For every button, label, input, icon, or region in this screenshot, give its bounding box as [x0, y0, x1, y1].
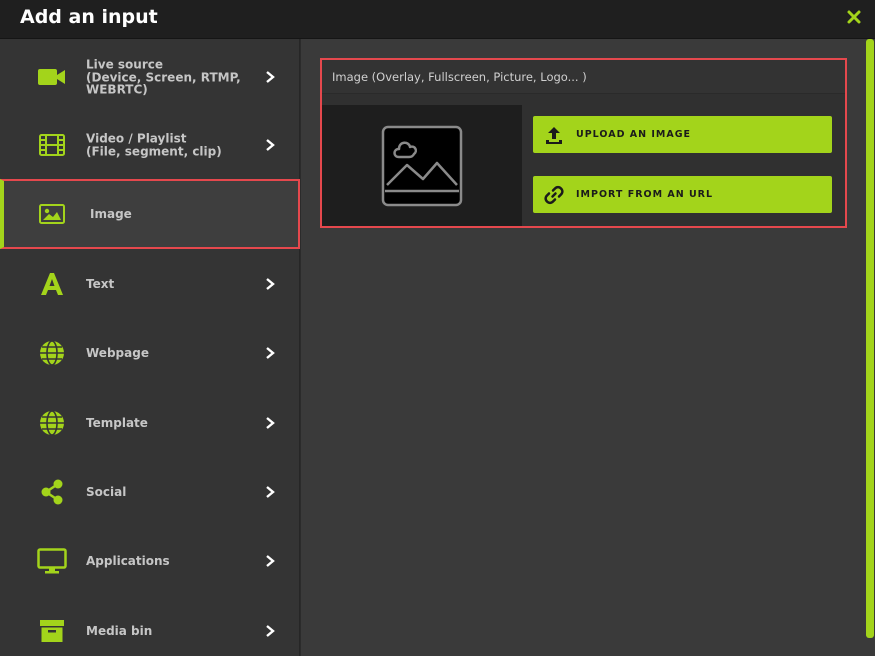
link-icon [544, 185, 564, 205]
sidebar-item-label: Social [86, 484, 127, 499]
scrollbar[interactable] [865, 39, 875, 656]
sidebar-item-label: Webpage [86, 345, 149, 360]
chevron-right-icon [266, 625, 275, 637]
sidebar-item-label: Template [86, 415, 148, 430]
chevron-right-icon [266, 139, 275, 151]
film-icon [37, 130, 67, 160]
image-preview [322, 105, 522, 226]
main-content: Image (Overlay, Fullscreen, Picture, Log… [301, 39, 875, 656]
sidebar-item-media-bin[interactable]: Media bin [0, 596, 300, 656]
import-url-button[interactable]: IMPORT FROM AN URL [533, 176, 832, 213]
sidebar-item-applications[interactable]: Applications [0, 526, 300, 596]
chevron-right-icon [266, 347, 275, 359]
image-input-panel: Image (Overlay, Fullscreen, Picture, Log… [320, 58, 847, 228]
import-button-label: IMPORT FROM AN URL [576, 189, 714, 200]
sidebar-item-label: Text [86, 276, 115, 291]
sidebar-item-label: Image [90, 206, 132, 221]
upload-button-label: UPLOAD AN IMAGE [576, 129, 691, 140]
sidebar-item-label: Media bin [86, 623, 153, 638]
dialog-titlebar: Add an input [0, 0, 875, 39]
sidebar-item-webpage[interactable]: Webpage [0, 318, 300, 388]
globe-icon [37, 338, 67, 368]
sidebar-item-live-source[interactable]: Live source (Device, Screen, RTMP, WEBRT… [0, 42, 300, 112]
upload-icon [546, 127, 562, 144]
sidebar-item-image[interactable]: Image [0, 179, 300, 249]
panel-title: Image (Overlay, Fullscreen, Picture, Log… [332, 70, 587, 84]
upload-image-button[interactable]: UPLOAD AN IMAGE [533, 116, 832, 153]
image-icon [37, 199, 67, 229]
sidebar-item-label: Video / Playlist (File, segment, clip) [86, 131, 222, 158]
scrollbar-thumb[interactable] [866, 39, 874, 638]
text-a-icon [37, 269, 67, 299]
chevron-right-icon [266, 486, 275, 498]
sidebar-item-video-playlist[interactable]: Video / Playlist (File, segment, clip) [0, 110, 300, 180]
input-type-sidebar: Live source (Device, Screen, RTMP, WEBRT… [0, 39, 300, 656]
monitor-icon [37, 546, 67, 576]
sidebar-item-label: Live source (Device, Screen, RTMP, WEBRT… [86, 57, 241, 97]
video-camera-icon [37, 62, 67, 92]
sidebar-item-text[interactable]: Text [0, 249, 300, 319]
chevron-right-icon [266, 555, 275, 567]
sidebar-item-template[interactable]: Template [0, 388, 300, 458]
close-icon[interactable] [845, 8, 863, 26]
image-placeholder-icon [381, 125, 463, 206]
chevron-right-icon [266, 71, 275, 83]
sidebar-item-social[interactable]: Social [0, 457, 300, 527]
share-icon [37, 477, 67, 507]
globe-icon [37, 408, 67, 438]
chevron-right-icon [266, 278, 275, 290]
dialog-title: Add an input [20, 6, 158, 28]
sidebar-item-label: Applications [86, 553, 170, 568]
panel-header: Image (Overlay, Fullscreen, Picture, Log… [322, 60, 845, 94]
archive-icon [37, 616, 67, 646]
chevron-right-icon [266, 417, 275, 429]
